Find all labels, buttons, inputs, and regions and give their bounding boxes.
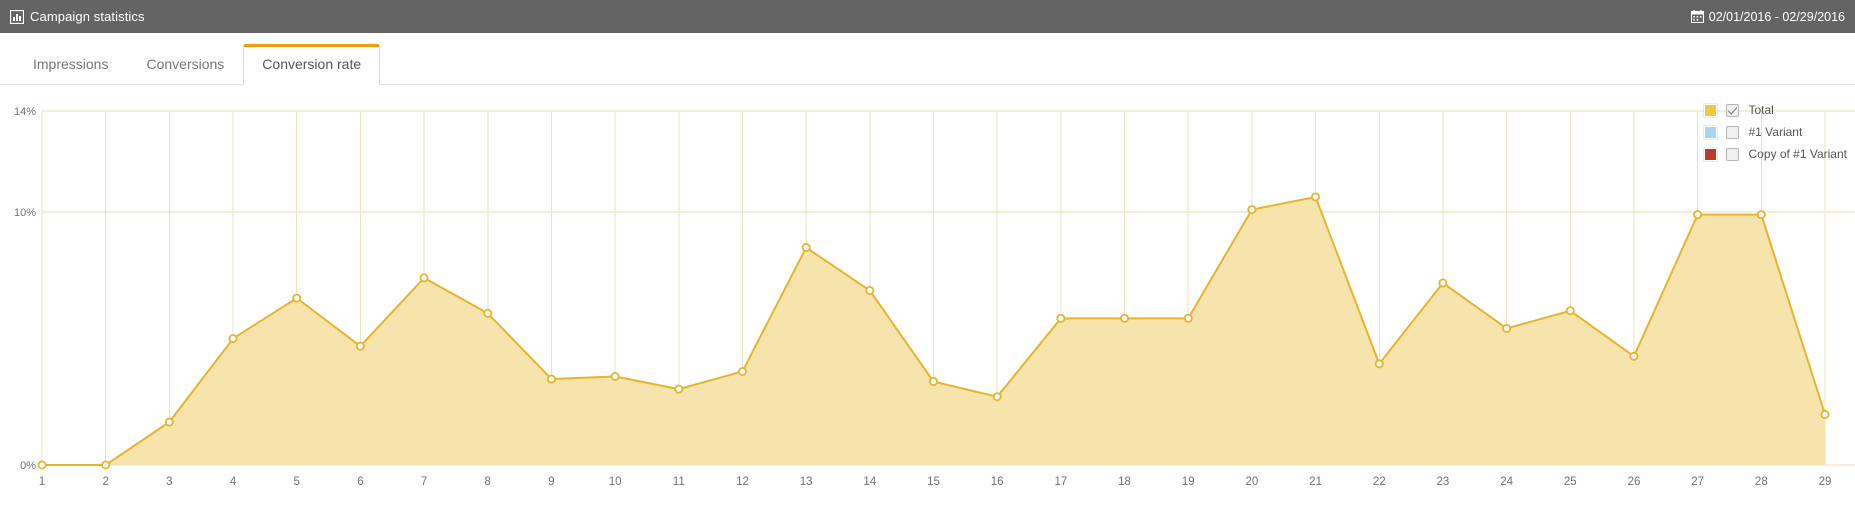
svg-text:22: 22	[1373, 476, 1386, 488]
legend-item-total[interactable]: Total	[1703, 102, 1847, 118]
legend-label-variant-1: #1 Variant	[1748, 125, 1803, 139]
svg-text:19: 19	[1182, 476, 1195, 488]
legend-swatch-variant-1	[1703, 124, 1719, 140]
svg-text:13: 13	[800, 476, 813, 488]
svg-text:4: 4	[230, 476, 237, 488]
legend-swatch-total	[1703, 102, 1719, 118]
svg-text:16: 16	[991, 476, 1004, 488]
svg-text:10: 10	[609, 476, 622, 488]
legend-item-copy-of-variant-1[interactable]: Copy of #1 Variant	[1703, 146, 1847, 162]
page-title: Campaign statistics	[30, 9, 145, 24]
svg-text:8: 8	[485, 476, 491, 488]
calendar-icon	[1690, 10, 1704, 23]
chart-legend: Total #1 Variant Copy of #1 Variant	[1703, 102, 1847, 162]
legend-item-variant-1[interactable]: #1 Variant	[1703, 124, 1847, 140]
legend-checkbox-variant-1[interactable]	[1726, 125, 1740, 139]
svg-text:3: 3	[166, 476, 172, 488]
app-header: Campaign statistics 02/01/2016 - 02/29/2…	[0, 0, 1855, 33]
legend-checkbox-copy-of-variant-1[interactable]	[1726, 147, 1740, 161]
tab-conversions[interactable]: Conversions	[127, 44, 243, 85]
legend-checkbox-total[interactable]	[1726, 103, 1740, 117]
tab-list: Impressions Conversions Conversion rate	[14, 44, 381, 85]
svg-text:24: 24	[1500, 476, 1513, 488]
svg-text:14: 14	[863, 476, 876, 488]
svg-text:10%: 10%	[14, 207, 36, 219]
tab-conversion-rate[interactable]: Conversion rate	[243, 44, 381, 85]
svg-text:25: 25	[1564, 476, 1577, 488]
conversion-rate-area-chart: 0%10%14%1 2 3 4 5 6 7 8 9 10 11 12 13 14 15 16 17 18 19 20 2…	[14, 106, 1855, 488]
svg-text:27: 27	[1691, 476, 1704, 488]
svg-text:14%: 14%	[14, 106, 36, 118]
svg-text:7: 7	[421, 476, 427, 488]
date-range-label: 02/01/2016 - 02/29/2016	[1708, 9, 1845, 24]
svg-text:12: 12	[736, 476, 749, 488]
chart-panel: 0% 10% 14% 1 2 3 4 5 6 7 8 9 10 11 12 13 14 15 16 17 18 19 20 2…	[0, 85, 1855, 512]
svg-text:11: 11	[673, 476, 685, 488]
svg-text:18: 18	[1118, 476, 1131, 488]
svg-text:20: 20	[1245, 476, 1258, 488]
svg-text:29: 29	[1819, 476, 1832, 488]
svg-text:0%: 0%	[20, 460, 36, 472]
svg-text:21: 21	[1309, 476, 1322, 488]
svg-text:2: 2	[102, 476, 108, 488]
svg-text:23: 23	[1437, 476, 1450, 488]
svg-text:28: 28	[1755, 476, 1768, 488]
legend-swatch-copy-of-variant-1	[1703, 146, 1719, 162]
tab-bar: Impressions Conversions Conversion rate	[0, 33, 1855, 85]
legend-label-copy-of-variant-1: Copy of #1 Variant	[1748, 147, 1847, 161]
tab-impressions[interactable]: Impressions	[14, 44, 127, 85]
svg-text:5: 5	[294, 476, 300, 488]
svg-text:26: 26	[1628, 476, 1641, 488]
date-range-picker[interactable]: 02/01/2016 - 02/29/2016	[1690, 9, 1855, 24]
svg-text:15: 15	[927, 476, 940, 488]
svg-text:9: 9	[548, 476, 554, 488]
header-left-group: Campaign statistics	[0, 9, 145, 24]
svg-text:17: 17	[1054, 476, 1067, 488]
svg-text:1: 1	[39, 476, 45, 488]
bar-chart-icon	[10, 9, 24, 24]
legend-label-total: Total	[1748, 103, 1774, 117]
svg-text:6: 6	[357, 476, 363, 488]
